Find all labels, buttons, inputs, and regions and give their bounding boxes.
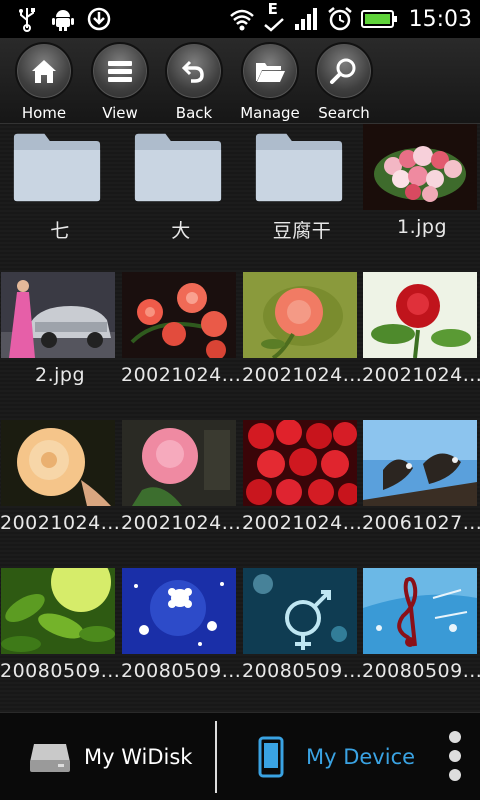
battery-icon xyxy=(360,10,397,28)
view-button-label: View xyxy=(102,104,138,122)
image-thumbnail xyxy=(122,420,236,506)
back-arrow-icon xyxy=(181,60,204,83)
back-button-circle xyxy=(165,42,223,100)
clock-time: 15:03 xyxy=(408,6,472,32)
checkmark-icon xyxy=(263,18,284,32)
manage-button[interactable]: Manage xyxy=(235,42,305,122)
folder-item[interactable]: 七 xyxy=(0,124,120,272)
wifi-icon xyxy=(229,9,254,31)
image-item[interactable]: 20061027... xyxy=(362,420,480,568)
home-button[interactable]: Home xyxy=(9,42,79,122)
back-button-label: Back xyxy=(175,104,213,122)
back-button[interactable]: Back xyxy=(159,42,229,122)
image-item[interactable]: 20080509... xyxy=(242,568,362,712)
my-widisk-tab[interactable]: My WiDisk xyxy=(28,713,192,800)
file-name: 20021024... xyxy=(121,364,241,386)
hard-disk-icon xyxy=(30,744,70,772)
image-thumbnail xyxy=(1,568,115,654)
file-name: 20080509... xyxy=(0,660,120,682)
image-item[interactable]: 20021024... xyxy=(0,420,120,568)
network-letter: E xyxy=(267,0,278,18)
folder-icon xyxy=(13,133,101,202)
file-name: 20080509... xyxy=(121,660,241,682)
home-button-circle xyxy=(15,42,73,100)
image-thumbnail xyxy=(122,568,236,654)
folder-icon xyxy=(255,133,343,202)
file-name: 七 xyxy=(50,220,70,242)
image-thumbnail xyxy=(243,272,357,358)
image-thumbnail xyxy=(243,420,357,506)
file-name: 豆腐干 xyxy=(272,220,332,242)
overflow-dot xyxy=(449,769,461,781)
magnifier-icon xyxy=(330,58,356,84)
folder-icon xyxy=(134,133,222,202)
image-thumbnail xyxy=(363,272,477,358)
image-item[interactable]: 1.jpg xyxy=(362,124,480,272)
signal-icon xyxy=(294,8,317,30)
file-grid: 七 大 豆腐干 1.jpg 2.jpg 20021024... 20021024… xyxy=(0,124,480,712)
folder-item[interactable]: 豆腐干 xyxy=(242,124,362,272)
my-device-label: My Device xyxy=(306,745,416,769)
home-button-label: Home xyxy=(21,104,67,122)
file-name: 20021024... xyxy=(362,364,480,386)
usb-icon xyxy=(19,8,35,32)
search-button[interactable]: Search xyxy=(309,42,379,122)
overflow-dot xyxy=(449,731,461,743)
tab-divider xyxy=(215,721,217,793)
alarm-icon xyxy=(327,7,352,31)
image-thumbnail xyxy=(122,272,236,358)
android-debug-icon xyxy=(52,10,74,31)
file-name: 20080509... xyxy=(362,660,480,682)
toolbar: Home View Back Manage Search xyxy=(0,38,480,124)
phone-icon xyxy=(258,736,284,778)
image-item[interactable]: 2.jpg xyxy=(0,272,120,420)
search-button-circle xyxy=(315,42,373,100)
folder-open-icon xyxy=(256,63,285,82)
status-bar: E 15:03 xyxy=(0,0,480,38)
file-name: 20061027... xyxy=(362,512,480,534)
overflow-dot xyxy=(449,750,461,762)
image-item[interactable]: 20021024... xyxy=(121,272,241,420)
image-item[interactable]: 20021024... xyxy=(242,420,362,568)
search-button-label: Search xyxy=(318,104,370,122)
image-item[interactable]: 20080509... xyxy=(121,568,241,712)
network-type-indicator: E xyxy=(263,0,285,34)
file-name: 20021024... xyxy=(0,512,120,534)
manage-button-circle xyxy=(241,42,299,100)
download-icon xyxy=(87,7,111,31)
file-name: 1.jpg xyxy=(396,216,448,238)
file-name: 大 xyxy=(171,220,191,242)
my-device-tab[interactable]: My Device xyxy=(258,713,415,800)
bottom-bar: My WiDisk My Device xyxy=(0,712,480,800)
list-view-icon xyxy=(108,61,132,82)
image-item[interactable]: 20080509... xyxy=(0,568,120,712)
home-icon xyxy=(32,60,56,83)
image-thumbnail xyxy=(243,568,357,654)
image-thumbnail xyxy=(1,272,115,358)
view-button[interactable]: View xyxy=(85,42,155,122)
file-name: 20080509... xyxy=(242,660,362,682)
image-thumbnail xyxy=(363,124,477,210)
image-thumbnail xyxy=(1,420,115,506)
image-thumbnail xyxy=(363,420,477,506)
folder-item[interactable]: 大 xyxy=(121,124,241,272)
file-name: 20021024... xyxy=(242,512,362,534)
image-thumbnail xyxy=(363,568,477,654)
image-item[interactable]: 20080509... xyxy=(362,568,480,712)
manage-button-label: Manage xyxy=(240,104,300,122)
view-button-circle xyxy=(91,42,149,100)
my-widisk-label: My WiDisk xyxy=(84,745,193,769)
overflow-menu-button[interactable] xyxy=(444,727,466,789)
image-item[interactable]: 20021024... xyxy=(242,272,362,420)
file-name: 20021024... xyxy=(121,512,241,534)
file-name: 20021024... xyxy=(242,364,362,386)
image-item[interactable]: 20021024... xyxy=(362,272,480,420)
file-name: 2.jpg xyxy=(34,364,86,386)
image-item[interactable]: 20021024... xyxy=(121,420,241,568)
